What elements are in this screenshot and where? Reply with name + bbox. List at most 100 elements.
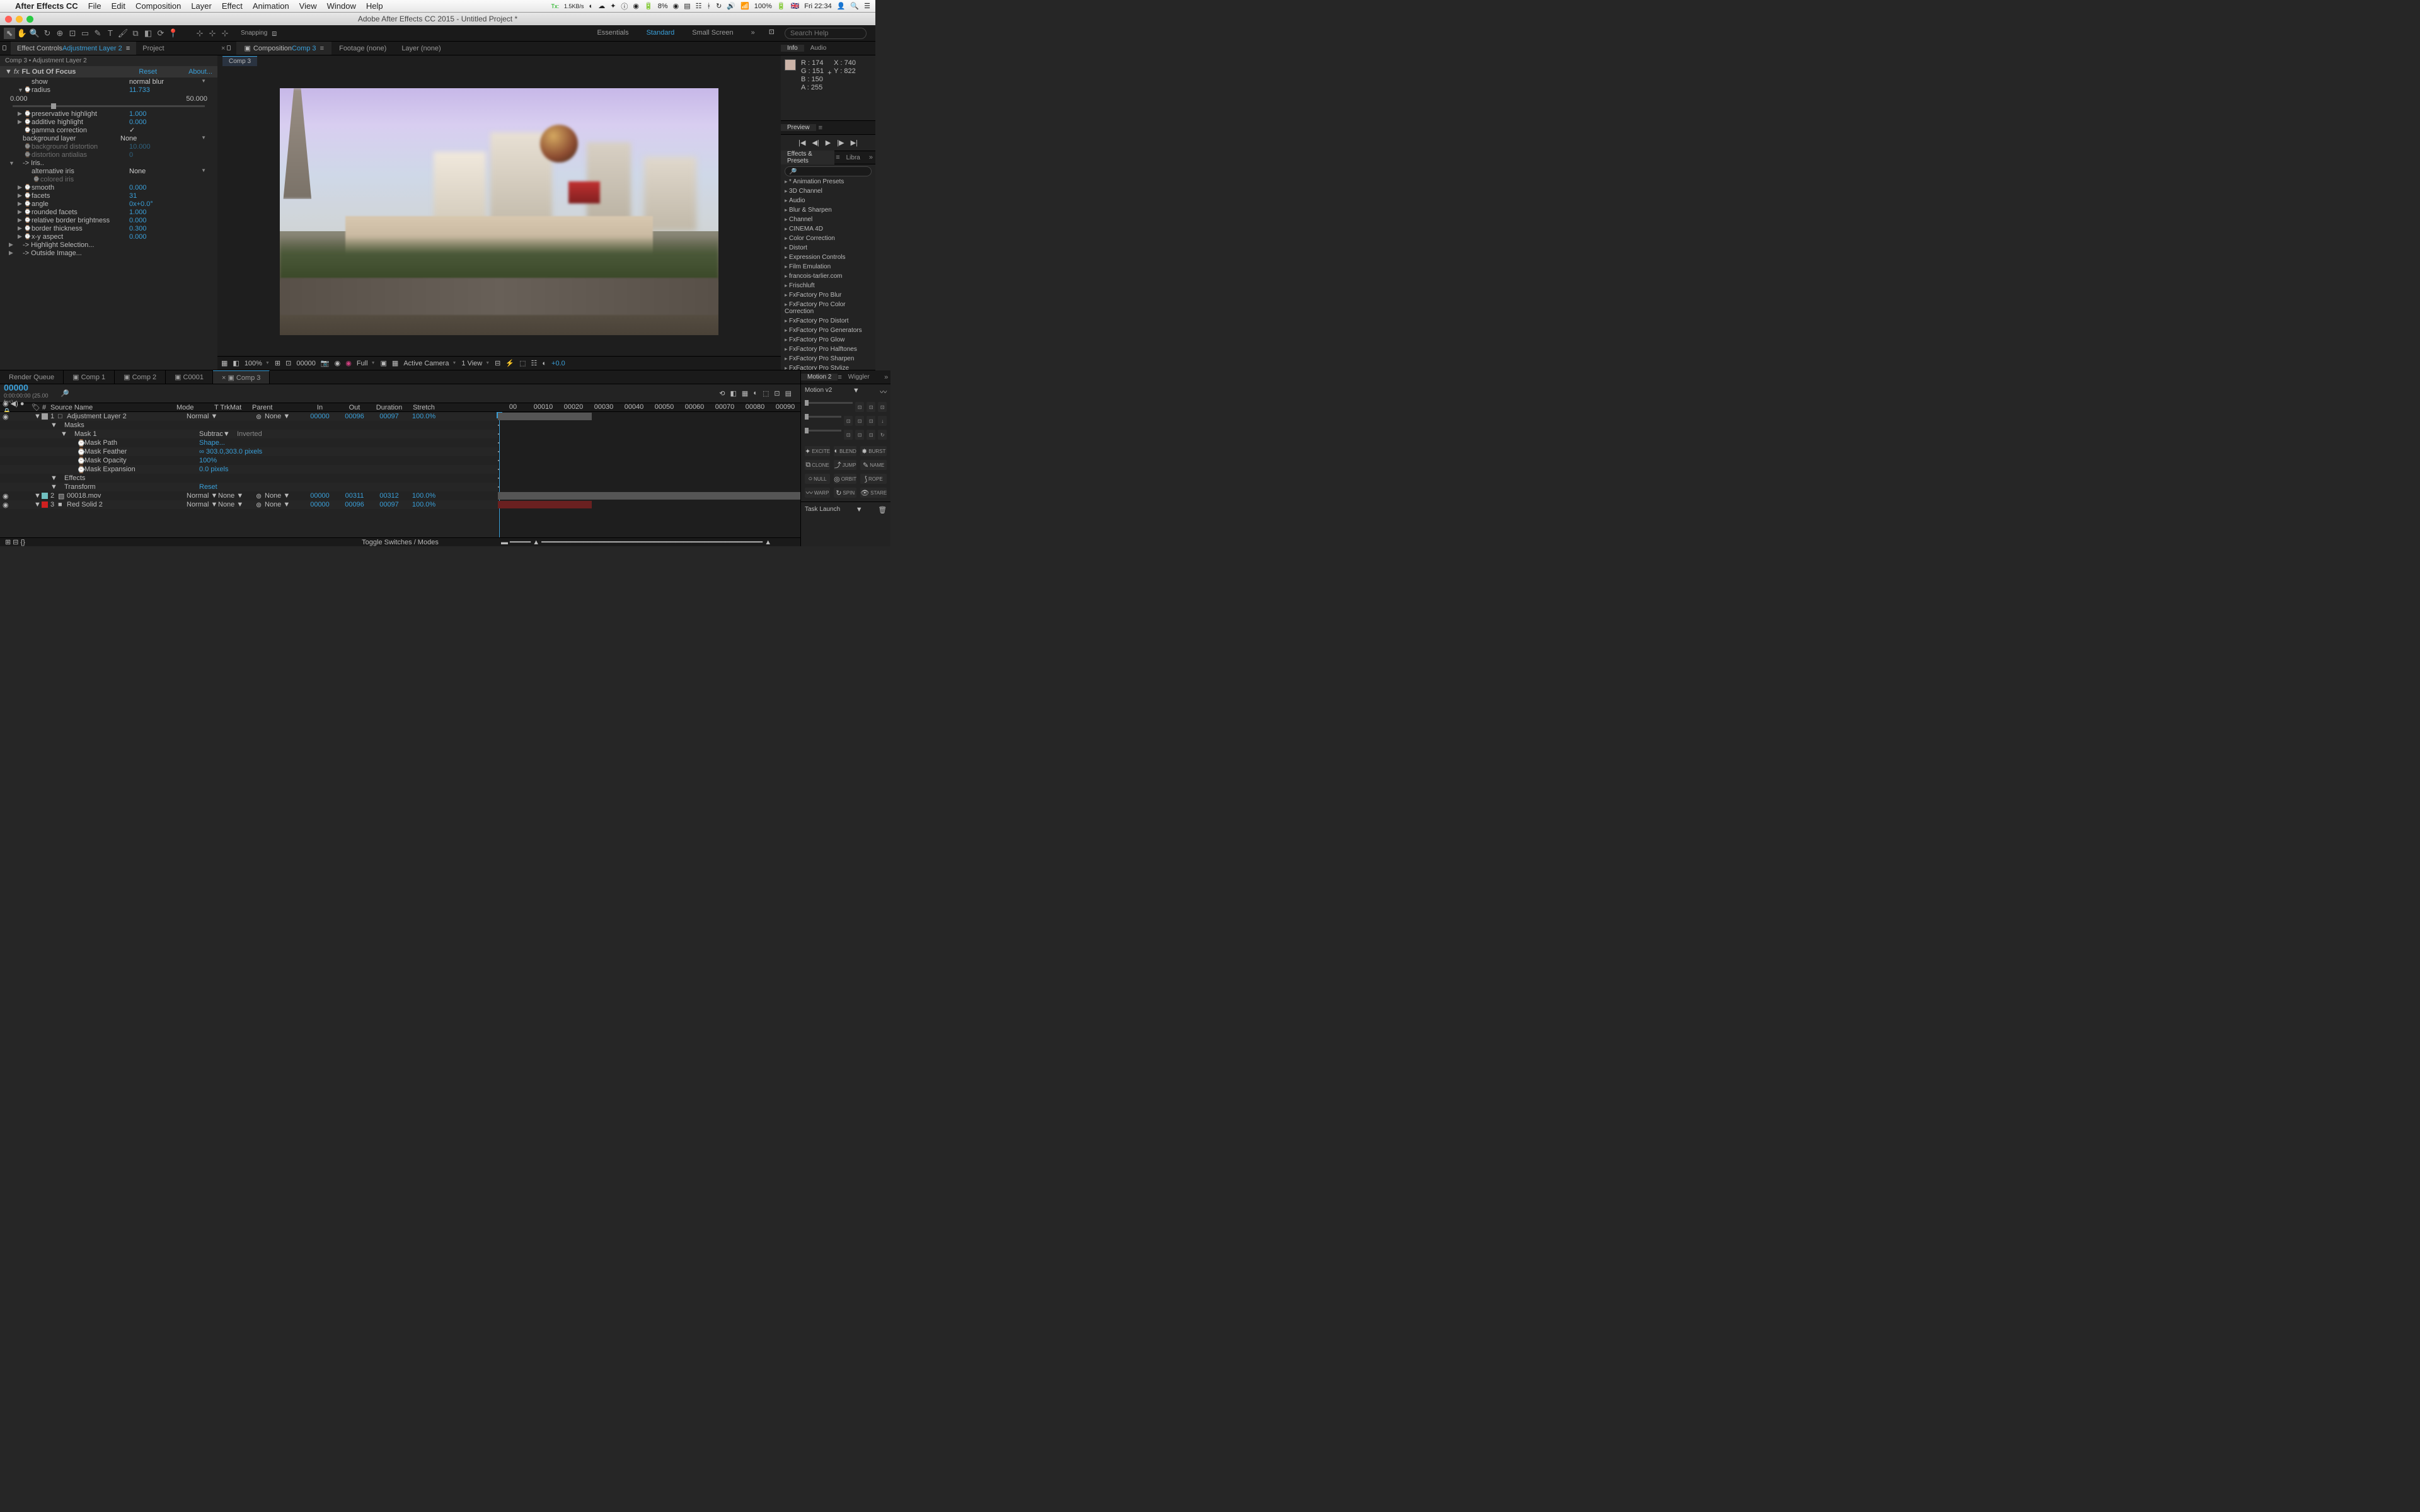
pan-behind-tool[interactable]: ⊡: [67, 28, 78, 39]
effect-category[interactable]: * Animation Presets: [781, 177, 875, 186]
pen-tool[interactable]: ✎: [92, 28, 103, 39]
user-icon[interactable]: 👤: [837, 2, 846, 10]
property-row[interactable]: ▶-> Outside Image...: [0, 249, 217, 257]
snap-icon[interactable]: ⧈: [268, 28, 280, 39]
next-frame-button[interactable]: |▶: [837, 139, 844, 147]
twirl-icon[interactable]: ▼: [5, 68, 12, 76]
effect-header[interactable]: ▼ fx FL Out Of Focus Reset About...: [0, 66, 217, 77]
motion-jump-button[interactable]: ⤴JUMP: [834, 460, 856, 470]
battery-icon[interactable]: 🔋: [644, 2, 653, 10]
motion2-tab[interactable]: Motion 2: [801, 374, 838, 381]
trash-icon[interactable]: 🗑: [878, 506, 887, 514]
property-row[interactable]: ▶⌚smooth0.000: [0, 183, 217, 192]
effect-category[interactable]: 3D Channel: [781, 186, 875, 196]
motion-blend-button[interactable]: ◐BLEND: [834, 446, 856, 456]
timeline-tab[interactable]: ▣ C0001: [166, 370, 213, 384]
bluetooth-icon[interactable]: ᚼ: [707, 3, 712, 10]
effects-search-input[interactable]: [785, 166, 872, 176]
motion-rope-button[interactable]: ⟆ROPE: [860, 474, 887, 484]
workspace-smallscreen[interactable]: Small Screen: [688, 28, 737, 39]
menu-file[interactable]: File: [88, 1, 101, 11]
motion-version-dropdown[interactable]: Motion v2: [805, 387, 832, 397]
tl-icon[interactable]: ⟲: [719, 389, 725, 398]
menu-effect[interactable]: Effect: [222, 1, 243, 11]
camera-dropdown[interactable]: Active Camera: [403, 360, 456, 367]
status-icon[interactable]: ⓘ: [621, 1, 628, 11]
clock[interactable]: Fri 22:34: [804, 3, 831, 10]
mask-icon[interactable]: ◧: [233, 359, 239, 367]
status-icon[interactable]: ☷: [696, 2, 702, 10]
property-row[interactable]: ▶⌚x-y aspect0.000: [0, 232, 217, 241]
volume-icon[interactable]: 🔊: [727, 2, 735, 10]
info-tab[interactable]: Info: [781, 45, 804, 52]
property-row[interactable]: alternative irisNone: [0, 167, 217, 175]
footage-tab[interactable]: Footage (none): [331, 42, 394, 55]
snapping-label[interactable]: Snapping: [241, 30, 267, 37]
layer-row[interactable]: ▼Effects: [0, 474, 498, 483]
snapshot-icon[interactable]: 📷: [321, 359, 330, 367]
status-icon[interactable]: ☁: [598, 2, 605, 10]
tl-icon[interactable]: ◧: [730, 389, 737, 398]
motion-spin-button[interactable]: ↻SPIN: [834, 488, 856, 498]
text-tool[interactable]: T: [105, 28, 116, 39]
3d-icon[interactable]: ⬚: [519, 359, 526, 367]
effect-category[interactable]: Blur & Sharpen: [781, 205, 875, 215]
effects-presets-tab[interactable]: Effects & Presets: [781, 151, 834, 164]
effect-category[interactable]: FxFactory Pro Glow: [781, 335, 875, 345]
pixel-icon[interactable]: ⊟: [495, 359, 500, 367]
render-icon[interactable]: ☷: [531, 359, 538, 367]
resolution-dropdown[interactable]: Full: [357, 360, 376, 367]
color-icon[interactable]: ◉: [345, 359, 352, 367]
effect-category[interactable]: Audio: [781, 196, 875, 205]
first-frame-button[interactable]: |◀: [798, 139, 805, 147]
axis-tool3[interactable]: ⊹: [219, 28, 231, 39]
timeline-tab[interactable]: × ▣ Comp 3: [213, 370, 270, 384]
search-help-input[interactable]: [785, 28, 867, 39]
motion-excite-button[interactable]: ✦EXCITE: [805, 446, 830, 456]
timeline-tab[interactable]: ▣ Comp 1: [64, 370, 115, 384]
roi-icon[interactable]: ▣: [381, 359, 387, 367]
transparency-icon[interactable]: ▦: [392, 359, 398, 367]
property-row[interactable]: ▶⌚relative border brightness0.000: [0, 216, 217, 224]
wave-icon[interactable]: 〰: [880, 387, 887, 397]
effect-category[interactable]: Distort: [781, 243, 875, 253]
effect-category[interactable]: CINEMA 4D: [781, 224, 875, 234]
lock-icon[interactable]: [0, 45, 11, 52]
battery-icon2[interactable]: 🔋: [777, 2, 786, 10]
reset-workspace-icon[interactable]: ⊡: [769, 28, 775, 39]
property-row[interactable]: ▼-> Iris..: [0, 159, 217, 167]
motion-orbit-button[interactable]: ◎ORBIT: [834, 474, 856, 484]
zoom-slider[interactable]: ▬ ━━━━━ ▲ ━━━━━━━━━━━━━━━━━━━━━━━━━━━━━━…: [501, 538, 771, 546]
composition-viewer[interactable]: [217, 67, 781, 356]
menu-edit[interactable]: Edit: [112, 1, 125, 11]
task-launch-dropdown[interactable]: Task Launch: [805, 506, 840, 514]
property-row[interactable]: ▶⌚rounded facets1.000: [0, 208, 217, 216]
status-icon[interactable]: ◉: [673, 2, 679, 10]
close-tab-icon[interactable]: ×: [217, 45, 236, 52]
timeline-tab[interactable]: ▣ Comp 2: [115, 370, 166, 384]
roto-tool[interactable]: ⟳: [155, 28, 166, 39]
effect-category[interactable]: FxFactory Pro Halftones: [781, 345, 875, 354]
property-row[interactable]: ⌚colored iris: [0, 175, 217, 183]
layer-row[interactable]: ⌚Mask Expansion0.0 pixels: [0, 465, 498, 474]
maximize-button[interactable]: [26, 16, 33, 23]
property-row[interactable]: ▶-> Highlight Selection...: [0, 241, 217, 249]
close-button[interactable]: [5, 16, 12, 23]
motion-warp-button[interactable]: 〰WARP: [805, 488, 830, 498]
menu-window[interactable]: Window: [327, 1, 356, 11]
project-tab[interactable]: Project: [136, 42, 170, 55]
layer-tab[interactable]: Layer (none): [394, 42, 448, 55]
property-row[interactable]: ▶⌚preservative highlight1.000: [0, 110, 217, 118]
play-button[interactable]: ▶: [826, 139, 831, 147]
menu-composition[interactable]: Composition: [135, 1, 181, 11]
property-row[interactable]: ⌚background distortion10.000: [0, 142, 217, 151]
menu-help[interactable]: Help: [366, 1, 383, 11]
layer-row[interactable]: ⌚Mask Opacity100%: [0, 456, 498, 465]
audio-tab[interactable]: Audio: [804, 45, 833, 52]
property-row[interactable]: ▶⌚additive highlight0.000: [0, 118, 217, 126]
timecode-display[interactable]: 00000: [296, 360, 316, 367]
exposure-icon[interactable]: ◐: [542, 360, 546, 367]
layer-row[interactable]: ◉ ▼1□Adjustment Layer 2Normal ▼⊚None ▼00…: [0, 412, 498, 421]
effect-category[interactable]: FxFactory Pro Generators: [781, 326, 875, 335]
selection-tool[interactable]: ⬉: [4, 28, 15, 39]
